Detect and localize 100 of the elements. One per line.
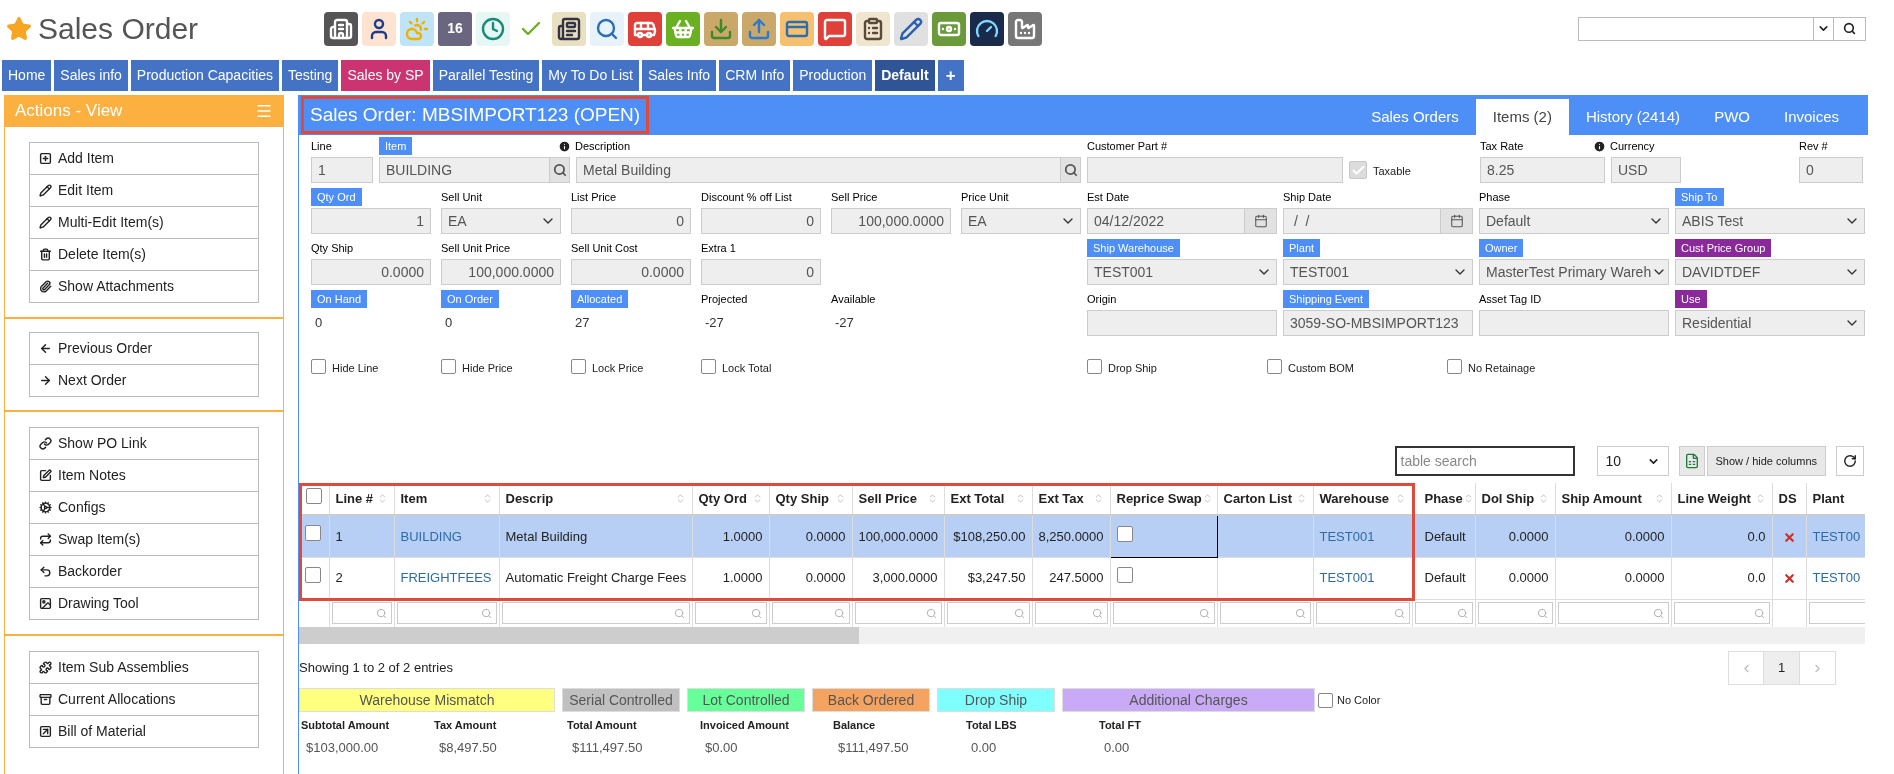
column-header[interactable]: Sell Price <box>858 488 918 509</box>
select-field[interactable]: ABIS Test <box>1675 208 1865 234</box>
sidebar-action[interactable]: Bill of Material <box>29 715 259 748</box>
column-header[interactable]: Qty Ship <box>775 488 829 509</box>
column-header[interactable]: Item <box>400 488 428 509</box>
table-link[interactable]: TEST00 <box>1812 570 1861 586</box>
column-filter-field[interactable] <box>1034 602 1108 625</box>
sidebar-action[interactable]: Backorder <box>29 555 259 588</box>
star-icon[interactable] <box>6 15 32 42</box>
input-field[interactable]: 0 <box>701 208 821 234</box>
page-button[interactable]: 1 <box>1764 651 1800 685</box>
horizontal-scrollbar[interactable] <box>299 627 1865 644</box>
checkbox[interactable] <box>1116 567 1133 584</box>
table-link[interactable]: FREIGHTFEES <box>400 570 492 586</box>
column-header[interactable]: Ext Total <box>950 488 1005 509</box>
input-field[interactable]: 0 <box>701 259 821 285</box>
person-icon[interactable] <box>362 11 396 46</box>
checkbox[interactable] <box>1087 359 1102 374</box>
column-filter-field[interactable] <box>771 602 850 625</box>
column-filter-field[interactable] <box>1557 602 1669 625</box>
input-field[interactable]: 0.0000 <box>311 259 431 285</box>
nav-tab[interactable]: Sales Info <box>641 60 717 91</box>
sidebar-action[interactable]: Previous Order <box>29 332 259 365</box>
add-tab-button[interactable]: + <box>937 60 964 91</box>
input-field[interactable]: / / <box>1283 208 1441 234</box>
column-filter-field[interactable] <box>1673 602 1770 625</box>
nav-tab[interactable]: Sales by SP <box>341 60 430 91</box>
card-icon[interactable] <box>780 11 814 46</box>
table-row[interactable]: 1 BUILDING Metal Building 1.0000 0.0000 100,000.0000 $108,250.00 8,250.0000 TEST001 Default 0.0000 0.0000 0.0 TEST00 <box>299 515 1865 557</box>
input-field[interactable]: 3059-SO-MBSIMPORT123 <box>1283 310 1473 336</box>
speech-bubble-icon[interactable] <box>818 11 852 46</box>
page-size-select[interactable]: 10 <box>1596 446 1669 476</box>
checkbox[interactable] <box>1116 525 1133 542</box>
scrollbar-thumb[interactable] <box>299 627 859 644</box>
input-field[interactable]: 0 <box>1799 157 1863 183</box>
input-field[interactable]: 04/12/2022 <box>1087 208 1245 234</box>
sidebar-action[interactable]: Item Notes <box>29 459 259 492</box>
table-link[interactable]: BUILDING <box>400 528 462 544</box>
select-field[interactable]: Default <box>1479 208 1669 234</box>
bus-icon[interactable] <box>628 11 662 46</box>
select-field[interactable]: Residential <box>1675 310 1865 336</box>
search-button[interactable] <box>1834 16 1866 41</box>
column-header[interactable]: Warehouse <box>1319 488 1390 509</box>
column-header[interactable]: Plant <box>1812 488 1845 509</box>
column-header[interactable]: Phase <box>1424 488 1463 509</box>
select-field[interactable]: TEST001 <box>1283 259 1473 285</box>
calendar-icon[interactable]: 16 <box>438 11 472 46</box>
column-filter-field[interactable] <box>501 602 690 625</box>
next-page-button[interactable] <box>1800 651 1836 685</box>
nav-tab[interactable]: Parallel Testing <box>432 60 540 91</box>
search-icon[interactable] <box>590 11 624 46</box>
column-header[interactable]: Qty Ord <box>698 488 747 509</box>
checkbox[interactable] <box>441 359 456 374</box>
column-filter-field[interactable] <box>1808 602 1865 625</box>
input-field[interactable]: USD <box>1611 157 1681 183</box>
column-header[interactable]: Carton List <box>1223 488 1293 509</box>
select-field[interactable]: DAVIDTDEF <box>1675 259 1865 285</box>
column-filter-field[interactable] <box>396 602 497 625</box>
column-header[interactable]: Dol Ship <box>1481 488 1535 509</box>
nav-tab[interactable]: Default <box>875 60 935 91</box>
building-icon[interactable] <box>324 11 358 46</box>
previous-page-button[interactable] <box>1728 651 1764 685</box>
select-field[interactable]: EA <box>961 208 1081 234</box>
nav-tab[interactable]: Home <box>2 60 52 91</box>
column-filter-field[interactable] <box>1219 602 1311 625</box>
column-header[interactable]: Ext Tax <box>1038 488 1084 509</box>
column-header[interactable]: Reprice Swap <box>1116 488 1202 509</box>
column-header[interactable]: Line # <box>335 488 374 509</box>
input-field[interactable]: 0 <box>571 208 691 234</box>
column-header[interactable]: Ship Amount <box>1561 488 1642 509</box>
calendar-button[interactable] <box>1245 208 1277 234</box>
download-icon[interactable] <box>704 11 738 46</box>
factory-icon[interactable] <box>1008 11 1042 46</box>
nav-tab[interactable]: My To Do List <box>542 60 639 91</box>
basket-icon[interactable] <box>666 11 700 46</box>
nav-tab[interactable]: CRM Info <box>719 60 791 91</box>
pencil-icon[interactable] <box>894 11 928 46</box>
sidebar-action[interactable]: Delete Item(s) <box>29 238 259 271</box>
gauge-icon[interactable] <box>970 11 1004 46</box>
clipboard-icon[interactable] <box>856 11 890 46</box>
sidebar-action[interactable]: Item Sub Assemblies <box>29 651 259 684</box>
sidebar-action[interactable]: Current Allocations <box>29 683 259 716</box>
sidebar-action[interactable]: Drawing Tool <box>29 587 259 620</box>
input-field[interactable] <box>1479 310 1669 336</box>
checkbox[interactable] <box>1447 359 1462 374</box>
checkbox[interactable] <box>571 359 586 374</box>
clock-icon[interactable] <box>476 11 510 46</box>
column-filter-field[interactable] <box>694 602 767 625</box>
input-field[interactable]: 1 <box>311 208 431 234</box>
input-field[interactable]: 100,000.0000 <box>441 259 561 285</box>
sidebar-action[interactable]: Configs <box>29 491 259 524</box>
column-filter-field[interactable] <box>1414 602 1473 625</box>
select-field[interactable]: TEST001 <box>1087 259 1277 285</box>
column-filter-field[interactable] <box>1477 602 1553 625</box>
table-link[interactable]: TEST00 <box>1812 528 1861 544</box>
column-filter-field[interactable] <box>1112 602 1215 625</box>
select-field[interactable]: EA <box>441 208 561 234</box>
sidebar-action[interactable]: Next Order <box>29 364 259 397</box>
upload-icon[interactable] <box>742 11 776 46</box>
sidebar-action[interactable]: Swap Item(s) <box>29 523 259 556</box>
